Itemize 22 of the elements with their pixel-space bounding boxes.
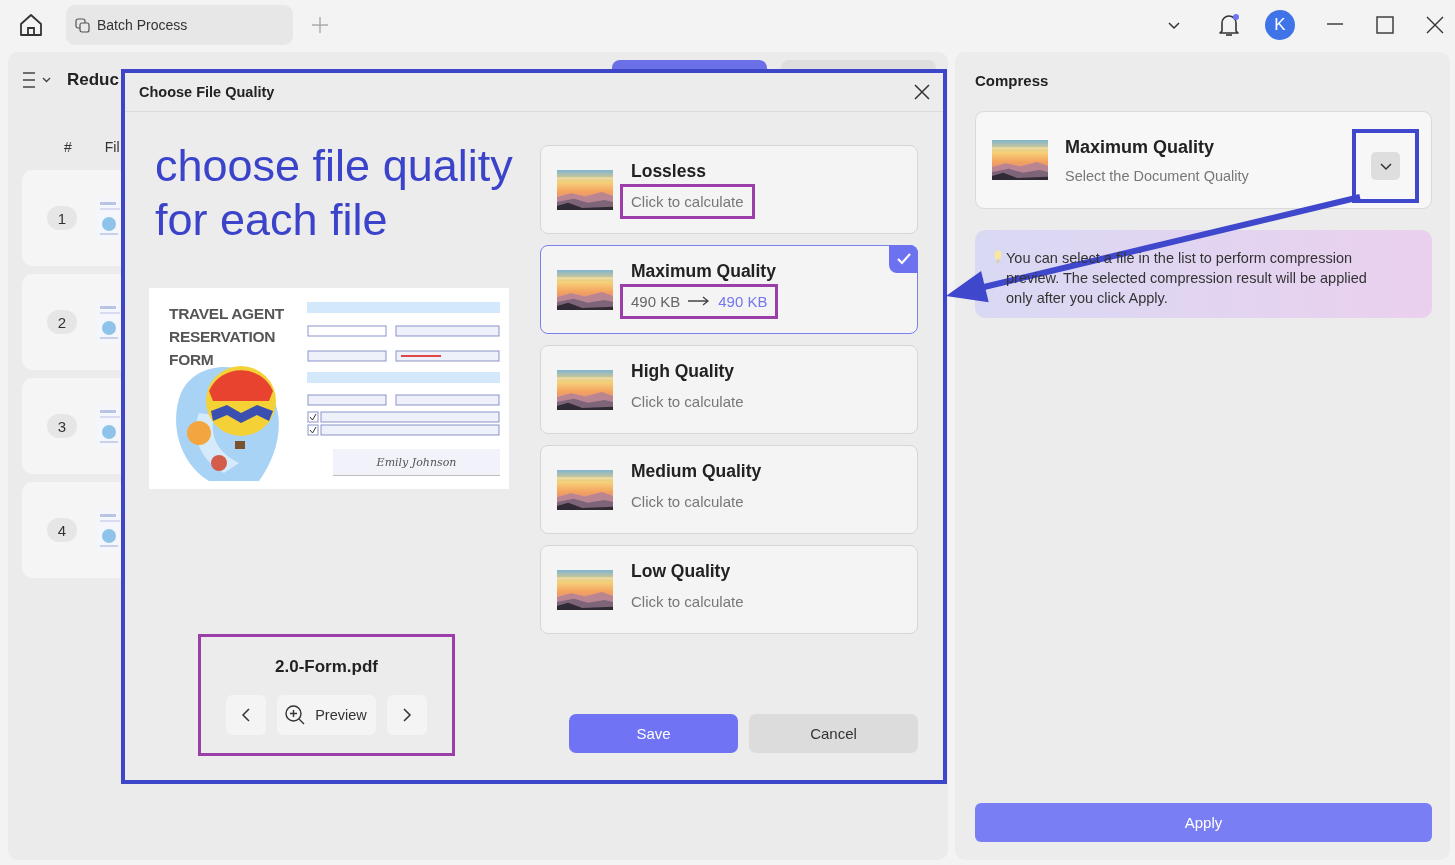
annotation-text: choose file quality for each file (155, 139, 514, 247)
option-title: Low Quality (631, 560, 732, 582)
file-name: 2.0-Form.pdf (275, 657, 378, 677)
signature: Emily Johnson (376, 455, 457, 469)
option-title: Lossless (631, 160, 707, 182)
column-header: # (64, 139, 72, 155)
panel-title: Compress (975, 72, 1050, 91)
option-title: Maximum Quality (631, 260, 777, 282)
option-title: High Quality (631, 360, 736, 382)
quality-subtitle: Select the Document Quality (1065, 167, 1250, 184)
row-number: 2 (47, 310, 77, 334)
row-number: 4 (47, 518, 77, 542)
column-header: Fil (104, 139, 120, 155)
compressed-size: 490 KB (718, 292, 768, 310)
row-number: 3 (47, 414, 77, 438)
option-title: Medium Quality (631, 460, 762, 482)
form-title: TRAVEL AGENT RESERVATION FORM (169, 304, 285, 370)
quality-title: Maximum Quality (1065, 136, 1216, 158)
row-number: 1 (47, 206, 77, 230)
original-size: 490 KB (631, 292, 681, 310)
panel-title: Reduc (67, 70, 119, 90)
dialog-title: Choose File Quality (139, 84, 275, 100)
